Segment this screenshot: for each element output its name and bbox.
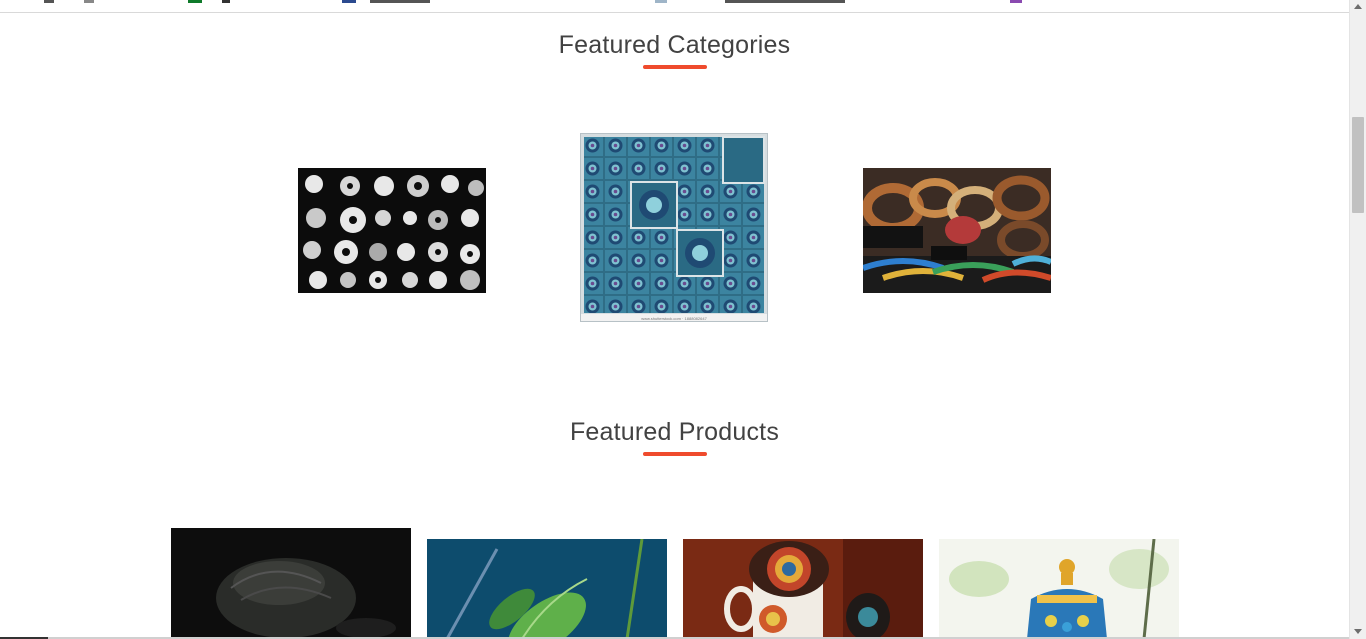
bookmark-icon[interactable] <box>1010 0 1022 3</box>
scroll-down-arrow-icon[interactable] <box>1354 629 1362 634</box>
blue-mosaic-tiles-image: www.shutterstock.com · 1888082647 <box>581 134 767 321</box>
bookmark-fragment[interactable] <box>222 0 230 3</box>
product-card-green-plant[interactable] <box>427 539 667 639</box>
scroll-up-arrow-icon[interactable] <box>1354 4 1362 9</box>
black-and-white-pieces-image <box>298 168 486 293</box>
bookmark-icon[interactable] <box>188 0 202 3</box>
vertical-scrollbar[interactable] <box>1349 0 1366 639</box>
scrollbar-thumb[interactable] <box>1352 117 1364 213</box>
bookmark-icon[interactable] <box>342 0 356 3</box>
category-black-and-white-pieces[interactable] <box>298 168 486 293</box>
featured-categories-title: Featured Categories <box>558 31 791 59</box>
product-card-blue-pottery-jar[interactable] <box>939 539 1179 639</box>
bookmark-fragment[interactable] <box>725 0 845 3</box>
blue-pottery-jar-product-image <box>939 539 1179 639</box>
bookmark-fragment[interactable] <box>84 0 94 3</box>
bookmark-icon[interactable] <box>655 0 667 3</box>
product-card-painted-cup[interactable] <box>683 539 923 639</box>
featured-products-title: Featured Products <box>569 418 780 446</box>
painted-cup-product-image <box>683 539 923 639</box>
product-card-dark-carved[interactable] <box>171 528 411 639</box>
category-blue-mosaic-tiles[interactable]: www.shutterstock.com · 1888082647 <box>580 133 768 322</box>
featured-products-underline <box>643 452 707 456</box>
top-bar-strip <box>0 0 1349 13</box>
featured-categories-underline <box>643 65 707 69</box>
dark-carved-product-image <box>171 528 411 639</box>
category-bangles-bracelets[interactable] <box>863 168 1051 293</box>
bookmark-fragment[interactable] <box>44 0 54 3</box>
bangles-bracelets-image <box>863 168 1051 293</box>
stock-image-caption: www.shutterstock.com · 1888082647 <box>641 316 707 321</box>
green-plant-product-image <box>427 539 667 639</box>
bookmark-fragment[interactable] <box>370 0 430 3</box>
